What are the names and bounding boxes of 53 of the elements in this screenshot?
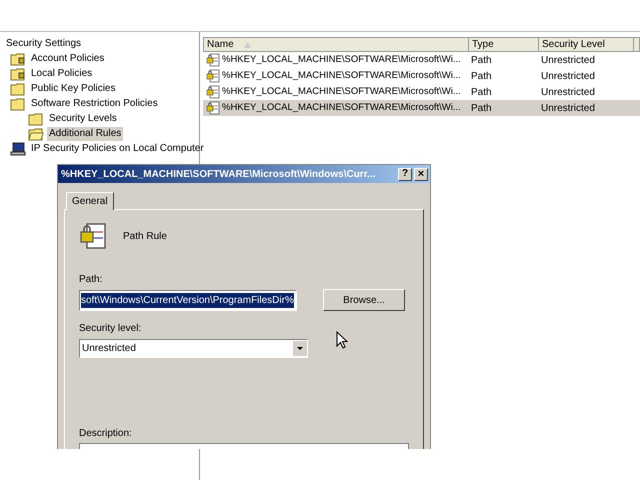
table-cell-text: Unrestricted <box>540 86 596 100</box>
list-row[interactable]: %HKEY_LOCAL_MACHINE\SOFTWARE\Microsoft\Wi... Path Unrestricted <box>203 68 640 84</box>
column-header[interactable]: Security Level <box>539 38 634 51</box>
folder-icon <box>10 96 26 110</box>
tree-item[interactable]: Software Restriction Policies <box>29 96 160 110</box>
help-button[interactable]: ? <box>398 168 412 180</box>
table-cell-text: %HKEY_LOCAL_MACHINE\SOFTWARE\Microsoft\Wi... <box>222 100 461 115</box>
table-cell-text: Path <box>470 86 493 100</box>
description-field[interactable] <box>79 443 409 449</box>
locked-document-icon <box>79 222 107 250</box>
computer-icon <box>10 142 26 156</box>
tree-item[interactable]: Additional Rules <box>47 126 124 140</box>
path-field[interactable]: soft\Windows\CurrentVersion\ProgramFilesDir% <box>79 290 297 310</box>
table-cell-text: %HKEY_LOCAL_MACHINE\SOFTWARE\Microsoft\Wi... <box>222 68 461 83</box>
locked-folder-icon <box>10 52 26 66</box>
table-cell-text: Unrestricted <box>540 54 596 68</box>
window-title: %HKEY_LOCAL_MACHINE\SOFTWARE\Microsoft\Windows\Curr... <box>61 168 376 182</box>
locked-document-icon <box>206 101 220 115</box>
table-cell-text: Unrestricted <box>540 70 596 84</box>
security-level-dropdown[interactable]: Unrestricted <box>79 339 308 358</box>
open-folder-icon <box>28 126 44 140</box>
table-cell-text: Path <box>470 102 493 116</box>
list-row[interactable]: %HKEY_LOCAL_MACHINE\SOFTWARE\Microsoft\Wi... Path Unrestricted <box>203 52 640 68</box>
rule-type-label: Path Rule <box>123 230 167 244</box>
column-header[interactable]: Type <box>469 38 539 51</box>
column-header[interactable]: Name <box>204 38 469 51</box>
browse-button[interactable]: Browse... <box>323 289 405 311</box>
tree-item[interactable]: Security Settings <box>4 36 84 50</box>
tree-item[interactable]: Account Policies <box>29 52 106 66</box>
sort-arrow-icon <box>244 42 251 48</box>
folder-icon <box>28 112 44 126</box>
locked-document-icon <box>206 85 220 99</box>
table-cell-text: Unrestricted <box>540 102 596 116</box>
security-level-label: Security level: <box>79 322 142 336</box>
table-cell-text: %HKEY_LOCAL_MACHINE\SOFTWARE\Microsoft\Wi... <box>222 84 461 99</box>
tree-item[interactable]: Security Levels <box>47 112 119 126</box>
description-label: Description: <box>79 427 133 441</box>
tree-item[interactable]: IP Security Policies on Local Computer <box>29 142 206 156</box>
table-cell-text: Path <box>470 70 493 84</box>
locked-document-icon <box>206 53 220 67</box>
tree-item[interactable]: Public Key Policies <box>29 82 118 96</box>
list-row[interactable]: %HKEY_LOCAL_MACHINE\SOFTWARE\Microsoft\Wi... Path Unrestricted <box>203 100 640 116</box>
path-label: Path: <box>79 273 104 287</box>
tab[interactable]: General <box>66 192 114 210</box>
locked-folder-icon <box>10 66 26 80</box>
table-cell-text: Path <box>470 54 493 68</box>
folder-icon <box>10 82 26 96</box>
close-button[interactable]: × <box>414 168 428 180</box>
list-row[interactable]: %HKEY_LOCAL_MACHINE\SOFTWARE\Microsoft\Wi... Path Unrestricted <box>203 84 640 100</box>
locked-document-icon <box>206 69 220 83</box>
mouse-cursor-icon <box>336 331 348 350</box>
table-cell-text: %HKEY_LOCAL_MACHINE\SOFTWARE\Microsoft\Wi... <box>222 52 461 67</box>
tree-item[interactable]: Local Policies <box>29 66 94 80</box>
